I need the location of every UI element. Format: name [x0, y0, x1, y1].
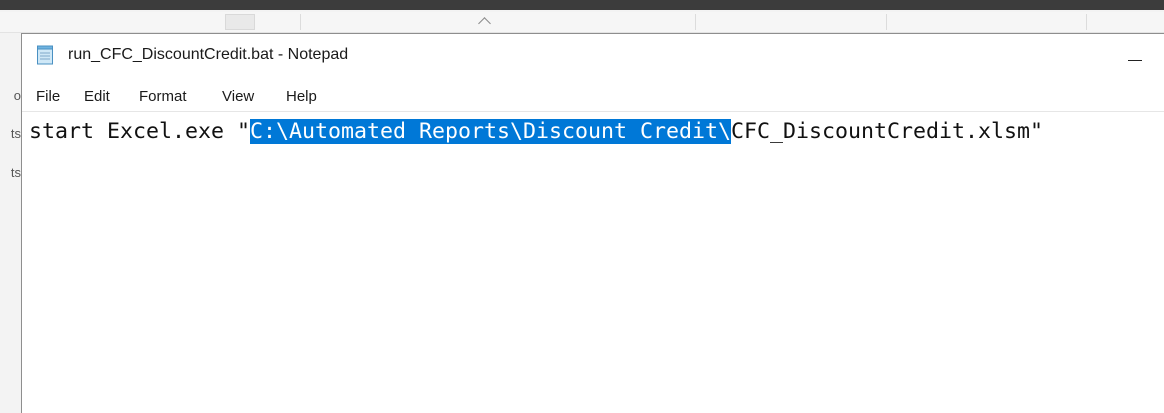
- desktop-screen: o ts ts run_CFC_DiscountCredit.bat - Not…: [0, 0, 1164, 413]
- menu-file[interactable]: File: [33, 86, 63, 107]
- menu-edit[interactable]: Edit: [81, 86, 113, 107]
- background-window-divider: [695, 14, 696, 30]
- background-window-text: ts: [10, 127, 21, 140]
- background-window-divider: [886, 14, 887, 30]
- menu-view[interactable]: View: [219, 86, 257, 107]
- text-after-selection: CFC_DiscountCredit.xlsm": [731, 119, 1044, 144]
- background-window-text: o: [13, 89, 21, 102]
- selected-text[interactable]: C:\Automated Reports\Discount Credit\: [250, 119, 732, 144]
- title-bar[interactable]: run_CFC_DiscountCredit.bat - Notepad: [22, 34, 1164, 78]
- notepad-window: run_CFC_DiscountCredit.bat - Notepad Fil…: [21, 33, 1164, 413]
- minimize-button[interactable]: [1107, 34, 1164, 78]
- notepad-icon[interactable]: [36, 45, 54, 65]
- text-editor-area[interactable]: start Excel.exe "C:\Automated Reports\Di…: [22, 111, 1164, 413]
- menu-format[interactable]: Format: [136, 86, 190, 107]
- menu-help[interactable]: Help: [283, 86, 320, 107]
- window-title: run_CFC_DiscountCredit.bat - Notepad: [68, 46, 349, 63]
- text-before-selection: start Excel.exe ": [29, 119, 251, 144]
- background-window-tab: [225, 14, 255, 30]
- minimize-icon: [1128, 60, 1142, 61]
- text-line[interactable]: start Excel.exe "C:\Automated Reports\Di…: [29, 117, 1043, 147]
- background-window-divider: [300, 14, 301, 30]
- background-window-text: ts: [10, 166, 21, 179]
- background-window-ribbon: [0, 12, 1164, 33]
- background-window-divider: [1086, 14, 1087, 30]
- menu-bar: File Edit Format View Help: [22, 84, 1164, 110]
